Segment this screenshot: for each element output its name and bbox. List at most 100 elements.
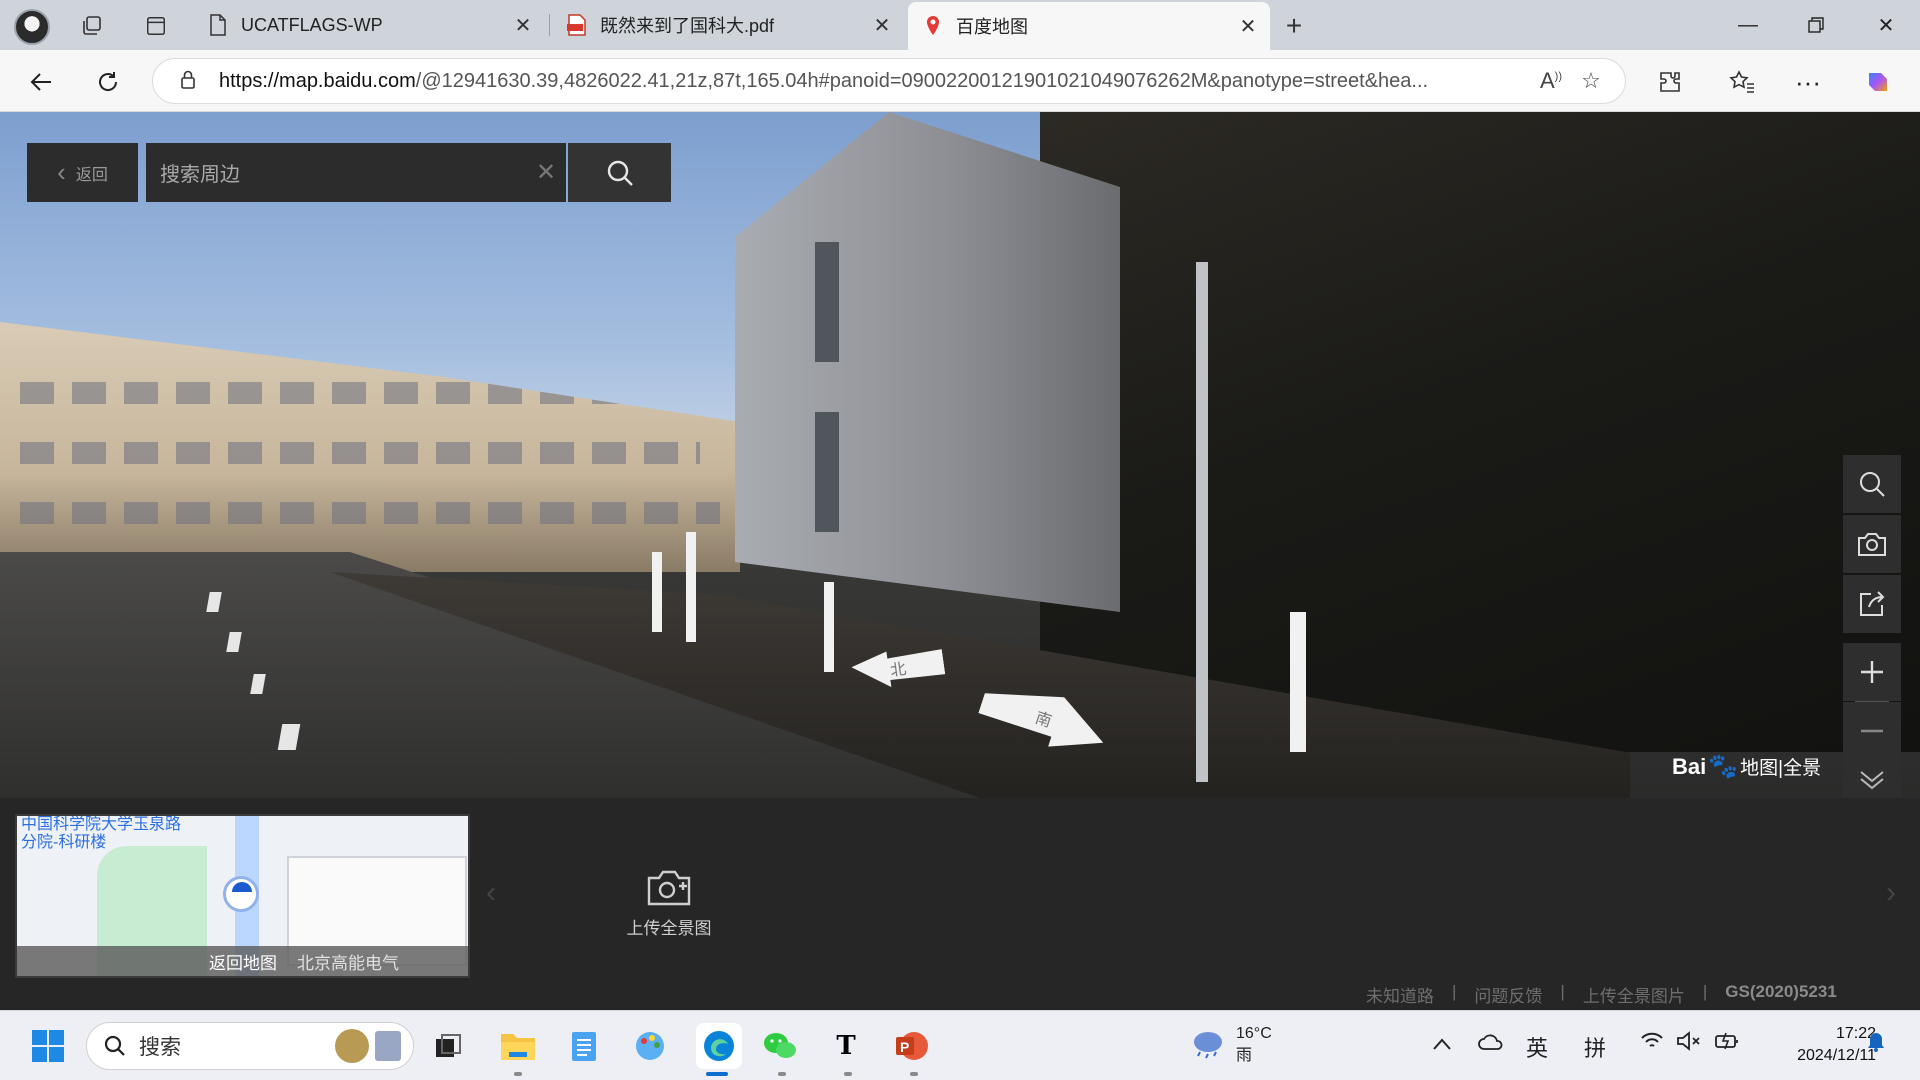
taskbar-search-label: 搜索 <box>139 1036 181 1059</box>
close-window-icon[interactable]: ✕ <box>1866 10 1906 40</box>
zoom-out-button[interactable] <box>1843 702 1901 760</box>
rain-cloud-icon <box>1194 1032 1222 1059</box>
restore-icon[interactable] <box>1796 10 1836 40</box>
refresh-icon[interactable] <box>90 64 126 100</box>
weather-desc: 雨 <box>1236 1047 1253 1064</box>
taskbar: 搜索 T P 16°C 雨 英 拼 17:22 2024/12/11 <box>0 1010 1920 1080</box>
search-highlight-card-icon <box>375 1031 401 1061</box>
paw-icon: 🐾 <box>1708 753 1739 780</box>
more-menu-icon[interactable]: ··· <box>1790 64 1826 100</box>
plus-icon <box>1861 661 1883 683</box>
close-tab-icon[interactable]: ✕ <box>511 13 535 38</box>
search-icon <box>104 1035 125 1056</box>
collapse-button[interactable] <box>1843 760 1901 798</box>
clear-icon[interactable]: ✕ <box>526 158 566 187</box>
minus-icon <box>1861 729 1883 733</box>
tab-pdf[interactable]: 既然来到了国科大.pdf ✕ <box>552 0 904 50</box>
close-tab-icon[interactable]: ✕ <box>870 13 894 38</box>
running-indicator <box>910 1072 918 1076</box>
ime-language[interactable]: 英 <box>1526 1031 1548 1063</box>
back-to-map-label[interactable]: 返回地图 <box>209 949 277 974</box>
minimize-icon[interactable]: — <box>1728 10 1768 40</box>
system-clock[interactable]: 17:22 2024/12/11 <box>1762 1023 1876 1067</box>
tab-baidu-map[interactable]: 百度地图 ✕ <box>908 2 1270 50</box>
notification-bell-icon[interactable] <box>1866 1031 1886 1059</box>
copilot-icon[interactable] <box>1860 64 1896 100</box>
back-to-map-bar[interactable]: 返回地图 北京高能电气 <box>17 946 468 976</box>
paint-icon[interactable] <box>630 1026 670 1066</box>
windows-start-icon[interactable] <box>28 1026 68 1066</box>
baidu-panorama-logo: Bai 🐾 地图|全景 <box>1672 752 1821 781</box>
search-button[interactable] <box>568 143 671 202</box>
logo-text: 地图|全景 <box>1740 758 1822 779</box>
browser-tab-strip: UCATFLAGS-WP ✕ 既然来到了国科大.pdf ✕ 百度地图 ✕ + —… <box>0 0 1920 50</box>
map-poi-label: 北京高能电气 <box>297 953 399 973</box>
read-aloud-icon[interactable]: A)) <box>1531 68 1571 94</box>
address-bar[interactable]: https://map.baidu.com/@12941630.39,48260… <box>152 58 1626 104</box>
notepad-icon[interactable] <box>564 1026 604 1066</box>
typora-icon[interactable]: T <box>826 1026 866 1066</box>
favorites-icon[interactable] <box>1724 64 1760 100</box>
search-placeholder: 搜索周边 <box>160 164 240 186</box>
collections-icon[interactable] <box>78 12 106 40</box>
file-explorer-icon[interactable] <box>498 1026 538 1066</box>
muted-speaker-icon[interactable] <box>1676 1031 1702 1057</box>
weather-temp: 16°C <box>1236 1025 1272 1042</box>
feedback-link[interactable]: 问题反馈 <box>1474 982 1542 1007</box>
search-nearby-input[interactable]: 搜索周边 ✕ <box>146 143 566 202</box>
back-button[interactable]: ‹ 返回 <box>27 143 138 202</box>
map-pin-icon <box>922 15 944 37</box>
tab-title: UCATFLAGS-WP <box>241 14 383 35</box>
upload-panorama-button[interactable]: 上传全景图 <box>622 868 716 939</box>
task-view-icon[interactable] <box>428 1026 468 1066</box>
tab-title: 百度地图 <box>956 17 1028 37</box>
weather-widget[interactable]: 16°C 雨 <box>1188 1023 1272 1067</box>
battery-charging-icon[interactable] <box>1714 1031 1740 1057</box>
new-tab-icon[interactable]: + <box>1280 10 1308 41</box>
onedrive-cloud-icon[interactable] <box>1478 1031 1504 1057</box>
url-host: https://map.baidu.com <box>219 69 416 92</box>
zoom-in-button[interactable] <box>1843 643 1901 701</box>
building-center <box>735 112 1120 612</box>
running-indicator <box>778 1072 786 1076</box>
powerpoint-icon[interactable]: P <box>892 1026 932 1066</box>
ime-mode[interactable]: 拼 <box>1584 1031 1606 1063</box>
mini-map[interactable]: 中国科学院大学玉泉路分院-科研楼 返回地图 北京高能电气 <box>15 814 470 978</box>
running-indicator <box>844 1072 852 1076</box>
share-icon <box>1860 591 1885 616</box>
favorite-star-icon[interactable]: ☆ <box>1571 68 1611 94</box>
close-tab-icon[interactable]: ✕ <box>1236 14 1260 39</box>
upload-label: 上传全景图 <box>626 919 712 938</box>
search-icon <box>1860 472 1885 497</box>
running-indicator <box>514 1072 522 1076</box>
building-left <box>0 322 740 572</box>
search-tool-button[interactable] <box>1843 455 1901 513</box>
vertical-tabs-icon[interactable] <box>142 12 170 40</box>
wechat-icon[interactable] <box>760 1026 800 1066</box>
trees-background <box>1040 112 1920 752</box>
url-path: /@12941630.39,4826022.41,21z,87t,165.04h… <box>415 69 1429 92</box>
tab-ucatflags[interactable]: UCATFLAGS-WP ✕ <box>193 0 545 50</box>
screenshot-tool-button[interactable] <box>1843 515 1901 573</box>
logo-brand: Bai <box>1672 753 1707 779</box>
wifi-icon[interactable] <box>1640 1031 1664 1057</box>
chevron-left-icon: ‹ <box>57 157 66 187</box>
upload-photo-link[interactable]: 上传全景图片 <box>1583 982 1685 1007</box>
share-tool-button[interactable] <box>1843 575 1901 633</box>
camera-plus-icon <box>647 870 691 906</box>
url-text[interactable]: https://map.baidu.com/@12941630.39,48260… <box>219 70 1531 93</box>
footer-divider: | <box>1560 982 1565 1001</box>
license-text: GS(2020)5231 <box>1725 982 1837 1001</box>
extensions-icon[interactable] <box>1652 64 1688 100</box>
next-arrow-icon[interactable]: › <box>1886 876 1896 910</box>
street-view-panorama[interactable]: 北 南 <box>0 112 1920 798</box>
taskbar-search[interactable]: 搜索 <box>86 1022 414 1070</box>
prev-arrow-icon[interactable]: ‹ <box>486 876 496 910</box>
camera-icon <box>1858 533 1886 556</box>
lock-icon[interactable] <box>177 69 199 94</box>
back-arrow-icon[interactable] <box>24 64 60 100</box>
chevron-up-icon[interactable] <box>1432 1031 1452 1057</box>
map-place-label: 中国科学院大学玉泉路分院-科研楼 <box>21 816 182 851</box>
edge-browser-icon[interactable] <box>696 1023 742 1069</box>
profile-avatar[interactable] <box>14 9 50 45</box>
